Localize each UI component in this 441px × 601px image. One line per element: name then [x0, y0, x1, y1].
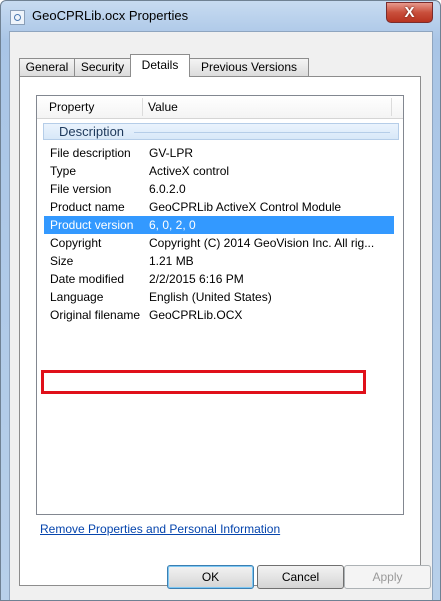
cancel-button[interactable]: Cancel	[257, 565, 344, 589]
list-header: Property Value	[37, 96, 403, 119]
property-name: Type	[50, 164, 77, 178]
title-bar[interactable]: GeoCPRLib.ocx Properties X	[1, 1, 440, 31]
property-name: Copyright	[50, 236, 102, 250]
column-header-value[interactable]: Value	[142, 96, 392, 118]
property-name: File description	[50, 146, 131, 160]
close-button[interactable]: X	[386, 2, 433, 23]
close-icon: X	[404, 4, 415, 21]
property-name: Product version	[50, 218, 134, 232]
details-list[interactable]: Property Value Description File descript…	[36, 95, 404, 515]
list-item[interactable]: Original filename GeoCPRLib.OCX	[37, 306, 403, 324]
remove-properties-link[interactable]: Remove Properties and Personal Informati…	[40, 522, 280, 536]
list-item[interactable]: Type ActiveX control	[37, 162, 403, 180]
property-value: GeoCPRLib.OCX	[149, 308, 243, 322]
tab-previous-versions[interactable]: Previous Versions	[189, 58, 309, 76]
list-item[interactable]: Date modified 2/2/2015 6:16 PM	[37, 270, 403, 288]
property-name: Original filename	[50, 308, 141, 322]
property-name: Language	[50, 290, 104, 304]
tab-general[interactable]: General	[19, 58, 75, 76]
property-value: 1.21 MB	[149, 254, 194, 268]
tab-security[interactable]: Security	[74, 58, 131, 76]
property-name: Product name	[50, 200, 125, 214]
property-value: GeoCPRLib ActiveX Control Module	[149, 200, 342, 214]
property-value: ActiveX control	[149, 164, 230, 178]
list-item[interactable]: Size 1.21 MB	[37, 252, 403, 270]
window-title: GeoCPRLib.ocx Properties	[32, 8, 189, 23]
property-name: File version	[50, 182, 112, 196]
property-value: English (United States)	[149, 290, 272, 304]
ok-button[interactable]: OK	[167, 565, 254, 589]
group-label: Description	[59, 124, 125, 139]
annotation-highlight-box	[41, 370, 366, 394]
tab-details[interactable]: Details	[130, 54, 190, 77]
apply-button[interactable]: Apply	[344, 565, 431, 589]
list-item[interactable]: Language English (United States)	[37, 288, 403, 306]
property-value: 6, 0, 2, 0	[149, 218, 196, 232]
column-divider[interactable]	[391, 98, 392, 116]
list-item-selected[interactable]: Product version 6, 0, 2, 0	[44, 216, 394, 234]
group-header-description[interactable]: Description	[43, 123, 399, 140]
file-icon	[10, 10, 25, 25]
property-name: Size	[50, 254, 74, 268]
list-item[interactable]: File version 6.0.2.0	[37, 180, 403, 198]
property-value: 6.0.2.0	[149, 182, 186, 196]
property-name: Date modified	[50, 272, 125, 286]
property-value: 2/2/2015 6:16 PM	[149, 272, 244, 286]
list-item[interactable]: Copyright Copyright (C) 2014 GeoVision I…	[37, 234, 403, 252]
property-value: GV-LPR	[149, 146, 194, 160]
list-item[interactable]: Product name GeoCPRLib ActiveX Control M…	[37, 198, 403, 216]
property-value: Copyright (C) 2014 GeoVision Inc. All ri…	[149, 236, 375, 250]
list-item[interactable]: File description GV-LPR	[37, 144, 403, 162]
column-header-property[interactable]: Property	[43, 96, 143, 118]
